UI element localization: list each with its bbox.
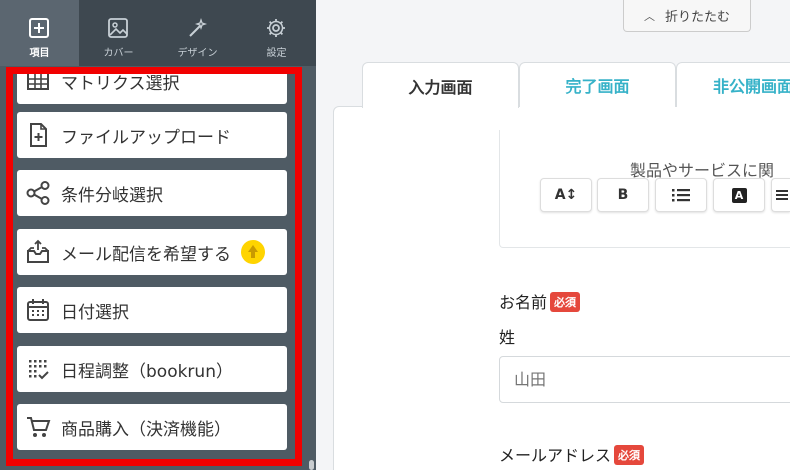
sidebar-item-mail-optin[interactable]: メール配信を希望する [17,229,287,275]
tab-items[interactable]: 項目 [0,0,79,66]
email-label-text: メールアドレス [499,446,612,465]
tab-settings[interactable]: 設定 [237,0,316,66]
collapse-button[interactable]: ︿ 折りたたむ [623,0,751,32]
email-field-label: メールアドレス 必須 [499,442,645,466]
sidebar-item-label: メール配信を希望する [61,244,231,265]
font-size-icon: A↕ [554,187,578,203]
required-badge: 必須 [550,292,581,312]
mail-inbox-icon [27,239,49,263]
sidebar-item-matrix[interactable]: マトリクス選択 [17,73,287,104]
sidebar: 項目 カバー デザイン 設定 マトリクス選択 ファイルアップロード 条件分岐選択 [0,0,316,470]
upgrade-icon [241,240,265,264]
name-label-text: お名前 [499,293,548,312]
surname-label: 姓 [499,328,516,347]
sidebar-item-label: 商品購入（決済機能） [61,419,231,440]
collapse-label: 折りたたむ [664,10,730,25]
chevron-up-icon: ︿ [643,9,655,23]
sidebar-scrollbar[interactable] [309,460,314,470]
cart-icon [27,417,51,437]
tab-label: 入力画面 [408,77,473,97]
sidebar-item-label: マトリクス選択 [61,73,180,94]
plus-square-icon [29,18,49,38]
tab-input-screen[interactable]: 入力画面 [362,62,519,108]
sidebar-item-conditional[interactable]: 条件分岐選択 [17,170,287,216]
sidebar-top-tabs: 項目 カバー デザイン 設定 [0,0,316,66]
tab-settings-label: 設定 [266,48,287,59]
sidebar-item-purchase[interactable]: 商品購入（決済機能） [17,404,287,450]
share-nodes-icon [26,181,50,205]
highlight-frame: マトリクス選択 ファイルアップロード 条件分岐選択 メール配信を希望する 日付選… [6,67,302,466]
font-size-button[interactable]: A↕ [540,178,592,212]
list-button[interactable] [655,178,707,212]
bold-icon: B [617,187,629,203]
file-plus-icon [30,123,47,147]
tab-private-screen[interactable]: 非公開画面 [676,62,790,107]
list-icon [672,189,690,202]
sidebar-item-label: 条件分岐選択 [61,185,163,206]
name-field-label: お名前 必須 [499,289,581,313]
calendar-check-icon [29,360,49,380]
text-color-button[interactable]: A [713,178,765,212]
tab-design-label: デザイン [177,48,218,59]
sidebar-item-label: ファイルアップロード [61,127,231,148]
sidebar-item-schedule[interactable]: 日程調整（bookrun） [17,346,287,392]
sidebar-item-label: 日付選択 [61,302,129,323]
tab-cover-label: カバー [103,48,134,59]
tab-cover[interactable]: カバー [79,0,158,66]
calendar-icon [27,299,49,321]
sidebar-item-date[interactable]: 日付選択 [17,287,287,333]
gear-icon [267,19,285,37]
tab-design[interactable]: デザイン [158,0,237,66]
sidebar-item-label: 日程調整（bookrun） [61,361,233,382]
grid-icon [27,74,49,90]
tab-complete-screen[interactable]: 完了画面 [519,62,676,107]
surname-input[interactable] [499,356,790,403]
image-icon [108,18,128,38]
align-icon [776,190,788,200]
text-color-icon: A [731,187,747,203]
tab-label: 完了画面 [565,77,630,96]
magic-wand-icon [189,17,208,37]
sidebar-item-file-upload[interactable]: ファイルアップロード [17,112,287,158]
align-button[interactable] [771,178,790,212]
tab-label: 非公開画面 [713,77,790,96]
tab-items-label: 項目 [29,48,50,59]
required-badge: 必須 [614,445,645,465]
bold-button[interactable]: B [597,178,649,212]
